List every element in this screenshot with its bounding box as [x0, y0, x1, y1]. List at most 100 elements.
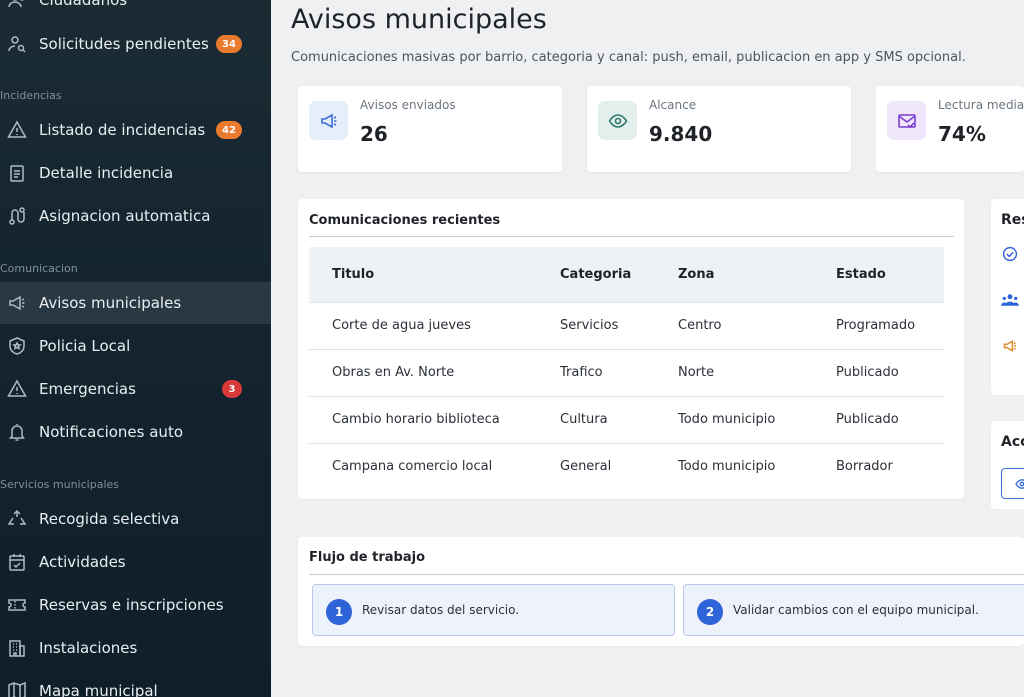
- cell-estado: Publicado: [813, 348, 944, 396]
- sidebar-item-label: Ciudadanos: [39, 0, 128, 9]
- recent-communications-panel: Comunicaciones recientes Titulo Categori…: [298, 199, 964, 499]
- step-number: 1: [326, 599, 352, 625]
- route-icon: [6, 205, 28, 227]
- sidebar-item-detalle-incidencia[interactable]: Detalle incidencia: [0, 152, 271, 194]
- actions-side-panel: Acc: [991, 421, 1024, 509]
- building-icon: [6, 637, 28, 659]
- preview-button[interactable]: [1001, 468, 1024, 499]
- sidebar-item-label: Avisos municipales: [39, 294, 182, 312]
- cell-zona: Centro: [655, 301, 813, 349]
- sidebar-item-mapa[interactable]: Mapa municipal: [0, 670, 271, 697]
- column-header-zona[interactable]: Zona: [655, 247, 813, 302]
- check-circle-icon: [1002, 246, 1018, 266]
- cell-categoria: General: [537, 442, 655, 490]
- user-search-icon: [6, 33, 28, 55]
- eye-icon: [1015, 476, 1024, 495]
- megaphone-icon: [309, 101, 348, 140]
- users-group-icon: [1001, 292, 1019, 312]
- sidebar-item-recogida[interactable]: Recogida selectiva: [0, 498, 271, 540]
- cell-titulo: Cambio horario biblioteca: [309, 395, 537, 443]
- summary-side-panel: Res: [991, 199, 1024, 395]
- ticket-icon: [6, 594, 28, 616]
- sidebar-item-notificaciones[interactable]: Notificaciones auto: [0, 411, 271, 453]
- sidebar-item-reservas[interactable]: Reservas e inscripciones: [0, 584, 271, 626]
- sidebar-item-emergencias[interactable]: Emergencias 3: [0, 368, 271, 410]
- sidebar-item-label: Recogida selectiva: [39, 510, 180, 528]
- page-title: Avisos municipales: [291, 4, 547, 35]
- step-text: Validar cambios con el equipo municipal.: [733, 603, 979, 617]
- sidebar-item-actividades[interactable]: Actividades: [0, 541, 271, 583]
- stat-value: 26: [360, 122, 388, 146]
- bell-icon: [6, 421, 28, 443]
- sidebar-item-policia[interactable]: Policia Local: [0, 325, 271, 367]
- table-header-row: Titulo Categoria Zona Estado: [309, 247, 944, 302]
- sidebar-item-solicitudes[interactable]: Solicitudes pendientes 34: [0, 23, 271, 65]
- sidebar-item-label: Policia Local: [39, 337, 131, 355]
- sidebar-item-asignacion[interactable]: Asignacion automatica: [0, 195, 271, 237]
- eye-icon: [598, 101, 637, 140]
- sidebar-item-instalaciones[interactable]: Instalaciones: [0, 627, 271, 669]
- panel-title: Acc: [1001, 434, 1024, 450]
- megaphone-icon: [1001, 338, 1019, 358]
- sidebar-item-label: Reservas e inscripciones: [39, 596, 224, 614]
- section-label-servicios: Servicios municipales: [0, 478, 119, 491]
- stat-label: Avisos enviados: [360, 98, 456, 112]
- section-label-incidencias: Incidencias: [0, 89, 62, 102]
- communications-table: Titulo Categoria Zona Estado Corte de ag…: [309, 247, 944, 490]
- stat-card-avisos: Avisos enviados 26: [298, 86, 562, 172]
- cell-zona: Todo municipio: [655, 442, 813, 490]
- calendar-check-icon: [6, 551, 28, 573]
- cell-titulo: Obras en Av. Norte: [309, 348, 537, 396]
- users-icon: [6, 0, 28, 11]
- panel-title: Comunicaciones recientes: [309, 213, 501, 228]
- workflow-step-1[interactable]: 1 Revisar datos del servicio.: [312, 584, 675, 636]
- table-row[interactable]: Campana comercio local General Todo muni…: [309, 442, 944, 490]
- section-label-comunicacion: Comunicacion: [0, 262, 78, 275]
- sidebar-item-label: Notificaciones auto: [39, 423, 184, 441]
- sidebar-item-label: Emergencias: [39, 380, 136, 398]
- sidebar: Ciudadanos Solicitudes pendientes 34 Inc…: [0, 0, 271, 697]
- sidebar-item-ciudadanos[interactable]: Ciudadanos: [0, 0, 271, 21]
- megaphone-icon: [6, 292, 28, 314]
- clipboard-icon: [6, 162, 28, 184]
- column-header-categoria[interactable]: Categoria: [537, 247, 655, 302]
- sidebar-item-label: Solicitudes pendientes: [39, 35, 209, 53]
- sidebar-item-label: Mapa municipal: [39, 682, 158, 697]
- cell-titulo: Corte de agua jueves: [309, 301, 537, 349]
- count-badge: 34: [216, 35, 242, 53]
- divider: [309, 236, 954, 237]
- table-row[interactable]: Corte de agua jueves Servicios Centro Pr…: [309, 301, 944, 349]
- column-header-titulo[interactable]: Titulo: [309, 247, 537, 302]
- stat-card-alcance: Alcance 9.840: [587, 86, 851, 172]
- cell-zona: Todo municipio: [655, 395, 813, 443]
- warning-icon: [6, 119, 28, 141]
- cell-estado: Publicado: [813, 395, 944, 443]
- count-badge: 42: [216, 121, 242, 139]
- count-badge: 3: [222, 380, 242, 398]
- sidebar-item-listado-incidencias[interactable]: Listado de incidencias 42: [0, 109, 271, 151]
- table-row[interactable]: Obras en Av. Norte Trafico Norte Publica…: [309, 348, 944, 396]
- cell-zona: Norte: [655, 348, 813, 396]
- cell-categoria: Cultura: [537, 395, 655, 443]
- warning-icon: [6, 378, 28, 400]
- table-row[interactable]: Cambio horario biblioteca Cultura Todo m…: [309, 395, 944, 443]
- column-header-estado[interactable]: Estado: [813, 247, 944, 302]
- stat-label: Lectura media: [938, 98, 1024, 112]
- map-icon: [6, 680, 28, 697]
- sidebar-item-label: Instalaciones: [39, 639, 138, 657]
- cell-estado: Programado: [813, 301, 944, 349]
- shield-icon: [6, 335, 28, 357]
- stat-value: 74%: [938, 122, 986, 146]
- panel-title: Res: [1001, 212, 1024, 228]
- workflow-panel: Flujo de trabajo 1 Revisar datos del ser…: [298, 537, 1024, 646]
- workflow-step-2[interactable]: 2 Validar cambios con el equipo municipa…: [683, 584, 1024, 636]
- stat-value: 9.840: [649, 122, 713, 146]
- recycle-icon: [6, 508, 28, 530]
- sidebar-item-label: Actividades: [39, 553, 126, 571]
- cell-categoria: Trafico: [537, 348, 655, 396]
- sidebar-item-avisos[interactable]: Avisos municipales: [0, 282, 271, 324]
- stat-card-lectura: Lectura media 74%: [876, 86, 1024, 172]
- sidebar-item-label: Listado de incidencias: [39, 121, 206, 139]
- sidebar-item-label: Detalle incidencia: [39, 164, 174, 182]
- divider: [309, 574, 1024, 575]
